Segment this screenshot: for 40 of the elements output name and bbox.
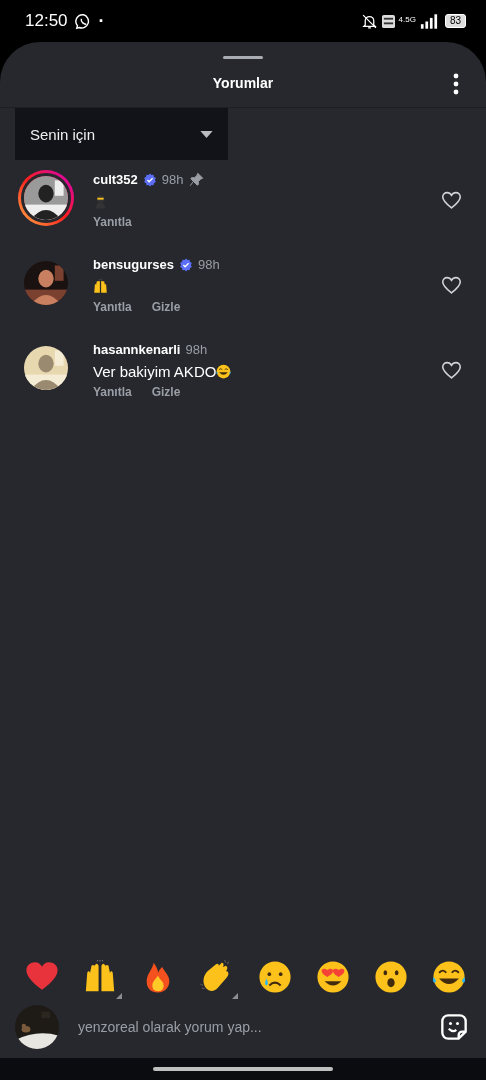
chat-app-icon [74, 12, 92, 30]
volte-icon [381, 14, 395, 28]
crying-face-icon [257, 960, 292, 994]
surprised-face-icon [373, 960, 408, 994]
caret-icon [200, 130, 213, 138]
more-options-icon[interactable] [453, 73, 459, 95]
heart-eyes-face-icon [315, 960, 350, 994]
signal-icon [419, 13, 438, 29]
comment-text: Ver bakiyim AKDO [93, 362, 217, 380]
comment-action-link[interactable]: Gizle [151, 385, 181, 399]
comment-action-link[interactable]: Yanıtla [93, 300, 132, 314]
raised-hands-icon [93, 278, 108, 294]
like-heart-icon[interactable] [441, 360, 462, 381]
status-time: 12:50 [25, 11, 68, 31]
corner-triangle-icon [232, 993, 239, 999]
battery-level: 83 [444, 14, 466, 28]
story-ring[interactable] [18, 170, 74, 226]
username[interactable]: bensugurses [93, 257, 174, 272]
comment-action-link[interactable]: Yanıtla [93, 215, 132, 229]
laughing-face-icon [216, 363, 232, 379]
sort-dropdown[interactable]: Senin için [15, 108, 228, 160]
sheet-title: Yorumlar [212, 75, 274, 91]
laughing-face-icon [432, 960, 466, 994]
username[interactable]: cult352 [93, 172, 138, 187]
like-heart-icon[interactable] [441, 275, 462, 296]
comment-time: 98h [161, 172, 184, 187]
comment-action-link[interactable]: Yanıtla [93, 385, 132, 399]
comment-input[interactable]: yenzoreal olarak yorum yap... [76, 1018, 423, 1036]
ninja-icon [93, 193, 108, 209]
drag-handle[interactable] [223, 56, 263, 59]
sticker-icon[interactable] [440, 1013, 468, 1041]
comment-action-link[interactable]: Gizle [151, 300, 181, 314]
corner-triangle-icon [116, 993, 123, 999]
comment-time: 98h [197, 257, 220, 272]
username[interactable]: hasannkenarli [93, 342, 181, 357]
network-type: 4.5G [398, 14, 416, 24]
muted-bell-icon [360, 12, 378, 30]
notification-dot: · [98, 10, 105, 32]
like-heart-icon[interactable] [441, 190, 462, 211]
comment-time: 98h [185, 342, 208, 357]
